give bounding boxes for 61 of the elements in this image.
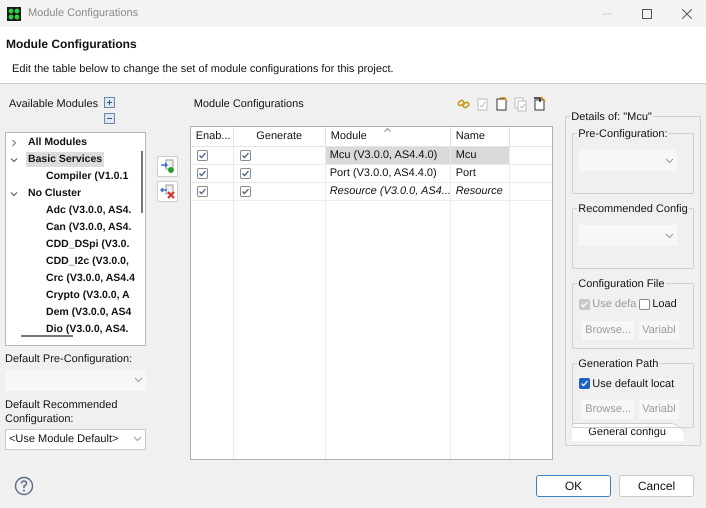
table-row[interactable]: Resource (V3.0.0, AS4... Resource — [190, 183, 552, 201]
tab[interactable]: General configu — [572, 423, 684, 441]
tree-item[interactable]: Adc (V3.0.0, AS4. — [44, 202, 134, 218]
tree-item[interactable]: Can (V3.0.0, AS4. — [44, 220, 134, 236]
checkbox[interactable] — [196, 186, 208, 197]
table-cell-text: Mcu — [456, 148, 476, 164]
remove-module-button[interactable] — [157, 181, 178, 202]
column-header[interactable]: Enab... — [196, 128, 231, 145]
checkbox-label: Use default locat — [592, 376, 674, 392]
group-title: Pre-Configuration: — [577, 126, 669, 142]
table-cell-text: Resource (V3.0.0, AS4... — [330, 184, 451, 200]
tree-item[interactable]: Crc (V3.0.0, AS4.4 — [44, 270, 137, 286]
maximize-icon[interactable] — [642, 8, 652, 18]
vertical-scrollbar[interactable] — [141, 151, 143, 213]
group-title: Configuration File — [577, 276, 666, 292]
table-cell-text: Mcu (V3.0.0, AS4.4.0) — [330, 148, 438, 164]
section-label: Module Configurations — [194, 97, 304, 112]
tree-item[interactable]: Dio (V3.0.0, AS4. — [44, 322, 130, 338]
table-cell-text: Port — [456, 166, 476, 182]
help-icon[interactable] — [14, 476, 34, 496]
horizontal-scrollbar[interactable] — [21, 335, 73, 337]
tree-item[interactable]: CDD_DSpi (V3.0. — [44, 236, 132, 252]
checkbox[interactable] — [579, 378, 590, 390]
document-pencil-icon[interactable] — [531, 96, 548, 112]
checkbox-label: Use defa — [592, 297, 636, 312]
field-label: Default Pre-Configuration: — [5, 352, 134, 367]
checkbox[interactable] — [196, 150, 208, 161]
app-icon — [7, 6, 21, 20]
checkbox[interactable] — [240, 150, 251, 161]
tree-item[interactable]: Dem (V3.0.0, AS4 — [44, 304, 134, 320]
column-header[interactable]: Module — [330, 128, 367, 145]
add-module-button[interactable] — [157, 156, 178, 177]
column-header[interactable]: Name — [456, 128, 486, 145]
group-title: Recommended Config — [577, 201, 689, 218]
close-icon[interactable] — [682, 8, 692, 18]
tree-item[interactable]: Basic Services — [26, 152, 104, 168]
table-cell-text: Resource — [456, 184, 503, 200]
table-row[interactable]: Mcu (V3.0.0, AS4.4.0) Mcu — [190, 147, 552, 165]
cancel-button[interactable]: Cancel — [619, 475, 694, 497]
checkbox[interactable] — [240, 168, 251, 179]
table-cell-text: Port (V3.0.0, AS4.4.0) — [330, 166, 437, 182]
collapse-all-icon[interactable] — [104, 113, 116, 124]
checkbox-label: Load — [652, 297, 677, 312]
checkbox[interactable] — [240, 186, 251, 197]
tree-item[interactable]: Compiler (V1.0.1 — [44, 168, 130, 184]
checkbox[interactable] — [639, 298, 650, 310]
ok-button[interactable]: OK — [536, 475, 611, 497]
checkbox[interactable] — [196, 168, 208, 179]
table-row[interactable]: Port (V3.0.0, AS4.4.0) Port — [190, 165, 552, 183]
page-description: Edit the table below to change the set of module configurations for this project. — [12, 62, 394, 77]
field-label: Default Recommended Configuration: — [5, 398, 119, 426]
section-label: Available Modules — [9, 97, 98, 112]
expand-all-icon[interactable] — [104, 97, 116, 108]
tree-item[interactable]: All Modules — [26, 134, 89, 150]
tree-item[interactable]: CDD_I2c (V3.0.0, — [44, 254, 131, 270]
dropdown[interactable]: <Use Module Default> — [5, 428, 146, 450]
tree-item[interactable]: Crypto (V3.0.0, A — [44, 288, 132, 304]
tree-item[interactable]: No Cluster — [26, 186, 84, 202]
column-header[interactable]: Generate — [256, 128, 302, 145]
window-title: Module Configurations — [28, 6, 138, 22]
page-title: Module Configurations — [6, 36, 137, 53]
